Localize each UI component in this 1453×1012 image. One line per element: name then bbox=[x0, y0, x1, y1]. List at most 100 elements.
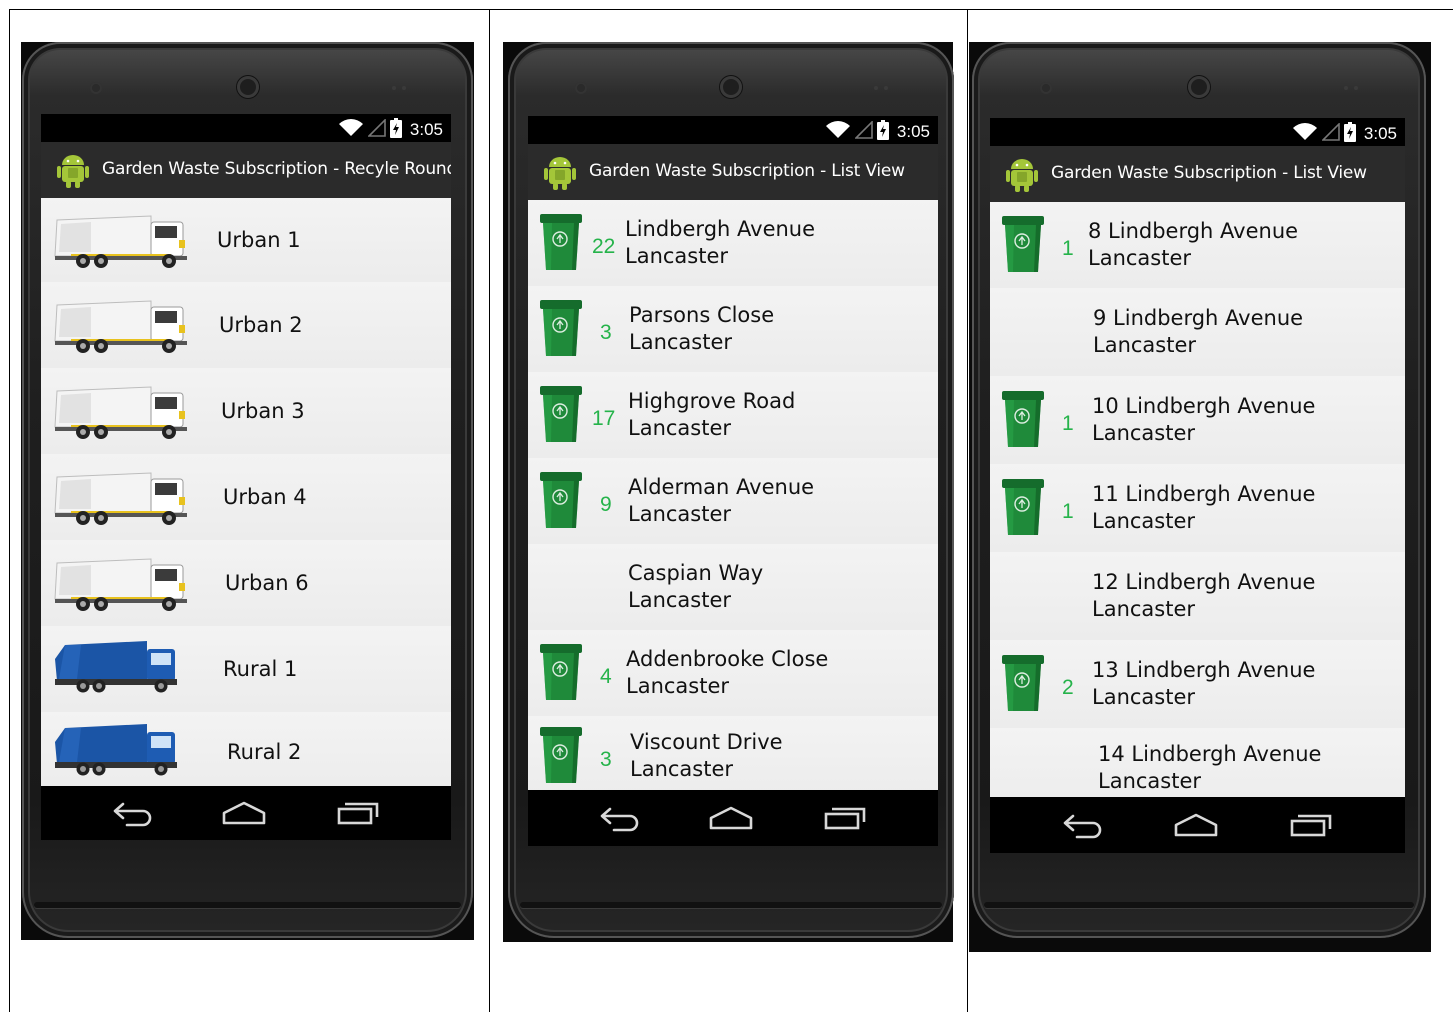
status-bar: 3:05 bbox=[41, 114, 451, 142]
street-name: 11 Lindbergh Avenue bbox=[1092, 482, 1316, 506]
white-truck-icon bbox=[51, 553, 191, 617]
street-name: Lindbergh Avenue bbox=[625, 217, 816, 241]
front-camera-icon bbox=[720, 76, 742, 98]
bin-count: 1 bbox=[1062, 500, 1074, 523]
app-title: Garden Waste Subscription - List View bbox=[589, 161, 905, 181]
battery-icon bbox=[389, 118, 402, 142]
street-name: Addenbrooke Close bbox=[626, 647, 829, 671]
battery-icon bbox=[1343, 122, 1356, 146]
phone-bottom-bezel bbox=[520, 902, 942, 908]
navigation-bar bbox=[528, 790, 938, 846]
signal-icon bbox=[1320, 122, 1340, 145]
list-item[interactable]: Urban 1 bbox=[41, 198, 451, 284]
action-bar: Garden Waste Subscription - List View bbox=[528, 144, 938, 200]
app-title: Garden Waste Subscription - List View bbox=[1051, 163, 1367, 183]
list-item[interactable]: 1 8 Lindbergh Avenue Lancaster bbox=[990, 202, 1405, 290]
sensor-dots-icon bbox=[391, 86, 406, 90]
list-item[interactable]: 14 Lindbergh Avenue Lancaster bbox=[990, 728, 1405, 797]
navigation-bar bbox=[990, 797, 1405, 853]
street-name: Highgrove Road bbox=[628, 389, 796, 413]
round-label: Urban 6 bbox=[225, 571, 309, 595]
action-bar: Garden Waste Subscription - List View bbox=[990, 146, 1405, 202]
town-name: Lancaster bbox=[628, 416, 732, 440]
town-name: Lancaster bbox=[625, 244, 729, 268]
status-icons: 3:05 bbox=[825, 120, 930, 144]
wheelie-bin-icon bbox=[1000, 477, 1046, 543]
list-item[interactable]: 1 11 Lindbergh Avenue Lancaster bbox=[990, 464, 1405, 554]
wheelie-bin-icon bbox=[1000, 653, 1046, 719]
list-item[interactable]: 3 Viscount Drive Lancaster bbox=[528, 716, 938, 790]
town-name: Lancaster bbox=[1088, 246, 1192, 270]
front-camera-icon bbox=[236, 76, 259, 98]
table-divider-2 bbox=[967, 9, 968, 1012]
round-label: Rural 2 bbox=[227, 740, 302, 764]
table-border-left bbox=[9, 9, 10, 1012]
action-bar: Garden Waste Subscription - Recyle Round bbox=[41, 142, 451, 198]
round-label: Rural 1 bbox=[223, 657, 298, 681]
status-time: 3:05 bbox=[896, 122, 930, 141]
blue-truck-icon bbox=[51, 722, 183, 782]
bin-count: 9 bbox=[600, 493, 612, 516]
status-bar: 3:05 bbox=[990, 118, 1405, 146]
android-app-icon bbox=[57, 151, 89, 193]
wifi-icon bbox=[825, 121, 851, 143]
town-name: Lancaster bbox=[1093, 333, 1197, 357]
list-item[interactable]: Urban 2 bbox=[41, 282, 451, 370]
bin-count: 1 bbox=[1062, 237, 1074, 260]
street-name: Parsons Close bbox=[629, 303, 775, 327]
list-item[interactable]: Rural 1 bbox=[41, 626, 451, 714]
status-bar: 3:05 bbox=[528, 116, 938, 144]
list-item[interactable]: Rural 2 bbox=[41, 712, 451, 786]
wheelie-bin-icon bbox=[538, 384, 584, 450]
list-item[interactable]: 17 Highgrove Road Lancaster bbox=[528, 372, 938, 460]
wifi-icon bbox=[338, 119, 364, 141]
round-label: Urban 2 bbox=[219, 313, 303, 337]
white-truck-icon bbox=[51, 295, 191, 359]
sensor-dots-icon bbox=[1344, 86, 1359, 90]
town-name: Lancaster bbox=[628, 502, 732, 526]
list-item[interactable]: 2 13 Lindbergh Avenue Lancaster bbox=[990, 640, 1405, 730]
list-item[interactable]: Urban 6 bbox=[41, 540, 451, 628]
earpiece-dot-icon bbox=[574, 82, 587, 94]
app-title: Garden Waste Subscription - Recyle Round bbox=[102, 159, 451, 179]
list-item[interactable]: 1 10 Lindbergh Avenue Lancaster bbox=[990, 376, 1405, 466]
street-name: 10 Lindbergh Avenue bbox=[1092, 394, 1316, 418]
bin-count: 1 bbox=[1062, 412, 1074, 435]
list-item[interactable]: 9 Lindbergh Avenue Lancaster bbox=[990, 288, 1405, 378]
phone-bottom-bezel bbox=[34, 902, 461, 908]
bin-count: 3 bbox=[600, 321, 612, 344]
status-time: 3:05 bbox=[409, 120, 443, 139]
list-item[interactable]: 3 Parsons Close Lancaster bbox=[528, 286, 938, 374]
town-name: Lancaster bbox=[1092, 685, 1196, 709]
navigation-bar bbox=[41, 786, 451, 840]
list-item[interactable]: 22 Lindbergh Avenue Lancaster bbox=[528, 200, 938, 288]
town-name: Lancaster bbox=[629, 330, 733, 354]
town-name: Lancaster bbox=[1092, 509, 1196, 533]
wheelie-bin-icon bbox=[1000, 389, 1046, 455]
list-item[interactable]: Caspian Way Lancaster bbox=[528, 544, 938, 632]
list-item[interactable]: Urban 4 bbox=[41, 454, 451, 542]
earpiece-dot-icon bbox=[1040, 82, 1053, 94]
phone-screen: 3:05 Garden Waste Subscription - List Vi… bbox=[528, 116, 938, 790]
town-name: Lancaster bbox=[1092, 421, 1196, 445]
list-item[interactable]: Urban 3 bbox=[41, 368, 451, 456]
wheelie-bin-icon bbox=[538, 298, 584, 364]
street-name: 13 Lindbergh Avenue bbox=[1092, 658, 1316, 682]
round-label: Urban 4 bbox=[223, 485, 307, 509]
bin-count: 22 bbox=[592, 235, 616, 258]
phone-screen: 3:05 Garden Waste Subscription - List Vi… bbox=[990, 118, 1405, 797]
wheelie-bin-icon bbox=[538, 470, 584, 536]
status-icons: 3:05 bbox=[338, 118, 443, 142]
bin-count: 2 bbox=[1062, 676, 1074, 699]
phone-bottom-bezel bbox=[984, 902, 1414, 908]
status-icons: 3:05 bbox=[1292, 122, 1397, 146]
list-item[interactable]: 4 Addenbrooke Close Lancaster bbox=[528, 630, 938, 718]
street-name: 14 Lindbergh Avenue bbox=[1098, 742, 1322, 766]
earpiece-dot-icon bbox=[89, 82, 102, 94]
wifi-icon bbox=[1292, 123, 1318, 145]
round-label: Urban 3 bbox=[221, 399, 305, 423]
table-divider-1 bbox=[489, 9, 490, 1012]
list-item[interactable]: 12 Lindbergh Avenue Lancaster bbox=[990, 552, 1405, 642]
list-item[interactable]: 9 Alderman Avenue Lancaster bbox=[528, 458, 938, 546]
white-truck-icon bbox=[51, 467, 191, 531]
